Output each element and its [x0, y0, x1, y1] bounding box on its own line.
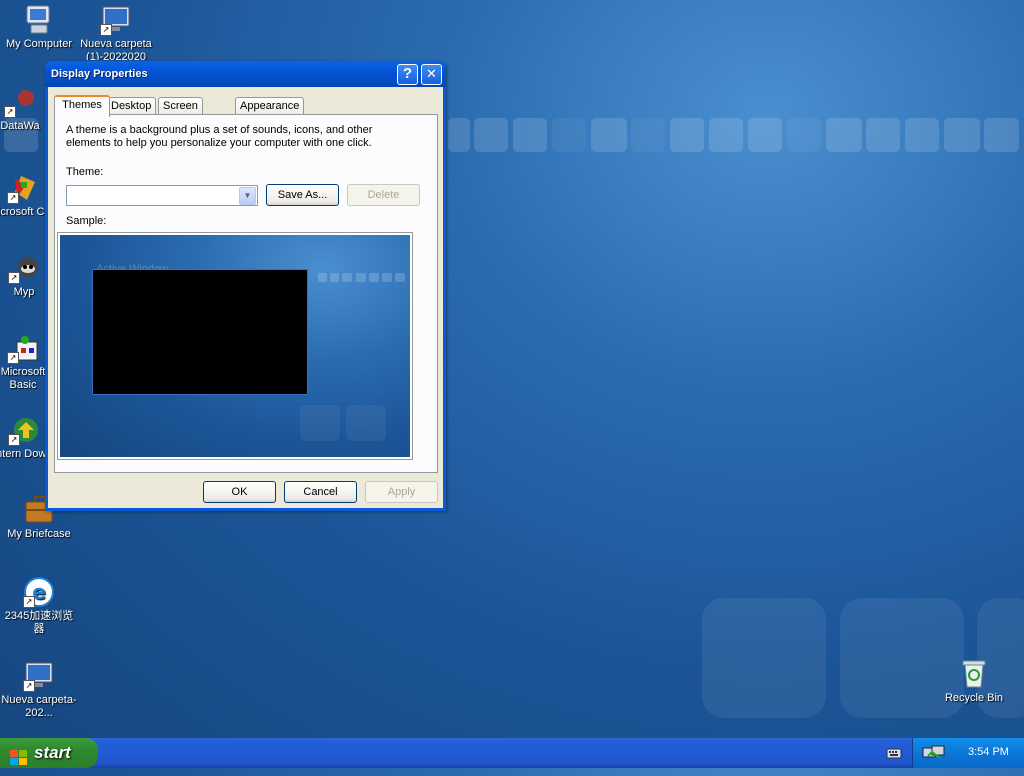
sample-active-window: [92, 269, 308, 395]
sample-label: Sample:: [66, 215, 107, 227]
sample-wallpaper: Active Window: [60, 235, 410, 457]
visual-cpp-icon: ↗: [7, 172, 39, 204]
desktop-icon-label: 2345加速浏览器: [4, 610, 74, 635]
recycle-bin-icon: [958, 658, 990, 690]
tab-appearance[interactable]: Appearance: [235, 97, 305, 115]
desktop-icon-label: My Briefcase: [7, 528, 71, 540]
theme-label: Theme:: [66, 166, 104, 178]
desktop-icon-recycle-bin[interactable]: Recycle Bin: [935, 658, 1013, 705]
computer-icon: [23, 4, 55, 36]
theme-sample-preview: Active Window: [57, 232, 413, 460]
windows-logo-icon: [10, 746, 28, 776]
start-button[interactable]: start: [0, 738, 98, 768]
apply-button[interactable]: Apply: [365, 481, 438, 503]
visual-basic-icon: ↗: [7, 332, 39, 364]
cancel-button[interactable]: Cancel: [284, 481, 357, 503]
chevron-down-icon[interactable]: ▼: [239, 187, 256, 205]
desktop-icon-label: Recycle Bin: [944, 692, 1004, 704]
desktop-icon-nueva-carpeta-2[interactable]: ↗ Nueva carpeta-202...: [0, 660, 78, 720]
clock[interactable]: 3:54 PM: [968, 746, 1009, 758]
monitor-shortcut-icon: ↗: [23, 660, 55, 692]
dialog-body: Themes Desktop Screen Saver Appearance A…: [48, 87, 443, 508]
raccoon-icon: ↗: [8, 252, 40, 284]
desktop-icon-label: My Computer: [5, 38, 73, 50]
start-label: start: [34, 743, 71, 762]
desktop-icon-label: Nueva carpeta (1)-2022020: [80, 38, 152, 60]
tab-desktop[interactable]: Desktop: [106, 97, 157, 115]
download-manager-icon: ↗: [8, 414, 40, 446]
browser-e-icon: e ↗: [23, 576, 55, 608]
network-icon[interactable]: [922, 744, 948, 763]
desktop-icon-2345-browser[interactable]: e ↗ 2345加速浏览器: [0, 576, 78, 636]
desktop-icon-label: Nueva carpeta-202...: [1, 694, 77, 719]
tab-screen-saver[interactable]: Screen Saver: [158, 97, 203, 129]
system-tray: 3:54 PM: [912, 738, 1024, 768]
monitor-shortcut-icon: ↗: [100, 4, 132, 36]
delete-button[interactable]: Delete: [347, 184, 420, 206]
theme-description: A theme is a background plus a set of so…: [66, 124, 373, 149]
keyboard-icon[interactable]: [886, 746, 902, 763]
desktop-icon-label: DataWa: [0, 120, 40, 132]
display-properties-dialog: Display Properties ? ✕ Themes Desktop Sc…: [45, 61, 446, 511]
tab-themes[interactable]: Themes: [54, 95, 110, 117]
ok-button[interactable]: OK: [203, 481, 276, 503]
desktop-icon-my-computer[interactable]: My Computer: [0, 4, 78, 51]
desktop-icon-datawa[interactable]: ↗ DataWa: [0, 86, 50, 133]
theme-dropdown[interactable]: ▼: [66, 185, 258, 206]
title-bar[interactable]: Display Properties ? ✕: [45, 61, 446, 87]
close-icon: ✕: [426, 66, 437, 81]
taskbar: start 3:54 PM: [0, 738, 1024, 768]
themes-panel: A theme is a background plus a set of so…: [54, 114, 438, 473]
save-as-button[interactable]: Save As...: [266, 184, 339, 206]
datawa-icon: ↗: [4, 86, 36, 118]
close-button[interactable]: ✕: [421, 64, 442, 85]
help-button[interactable]: ?: [397, 64, 418, 85]
help-icon: ?: [402, 65, 413, 82]
desktop-icon-nueva-carpeta-1[interactable]: ↗ Nueva carpeta (1)-2022020: [77, 4, 155, 60]
dialog-title: Display Properties: [51, 68, 148, 80]
